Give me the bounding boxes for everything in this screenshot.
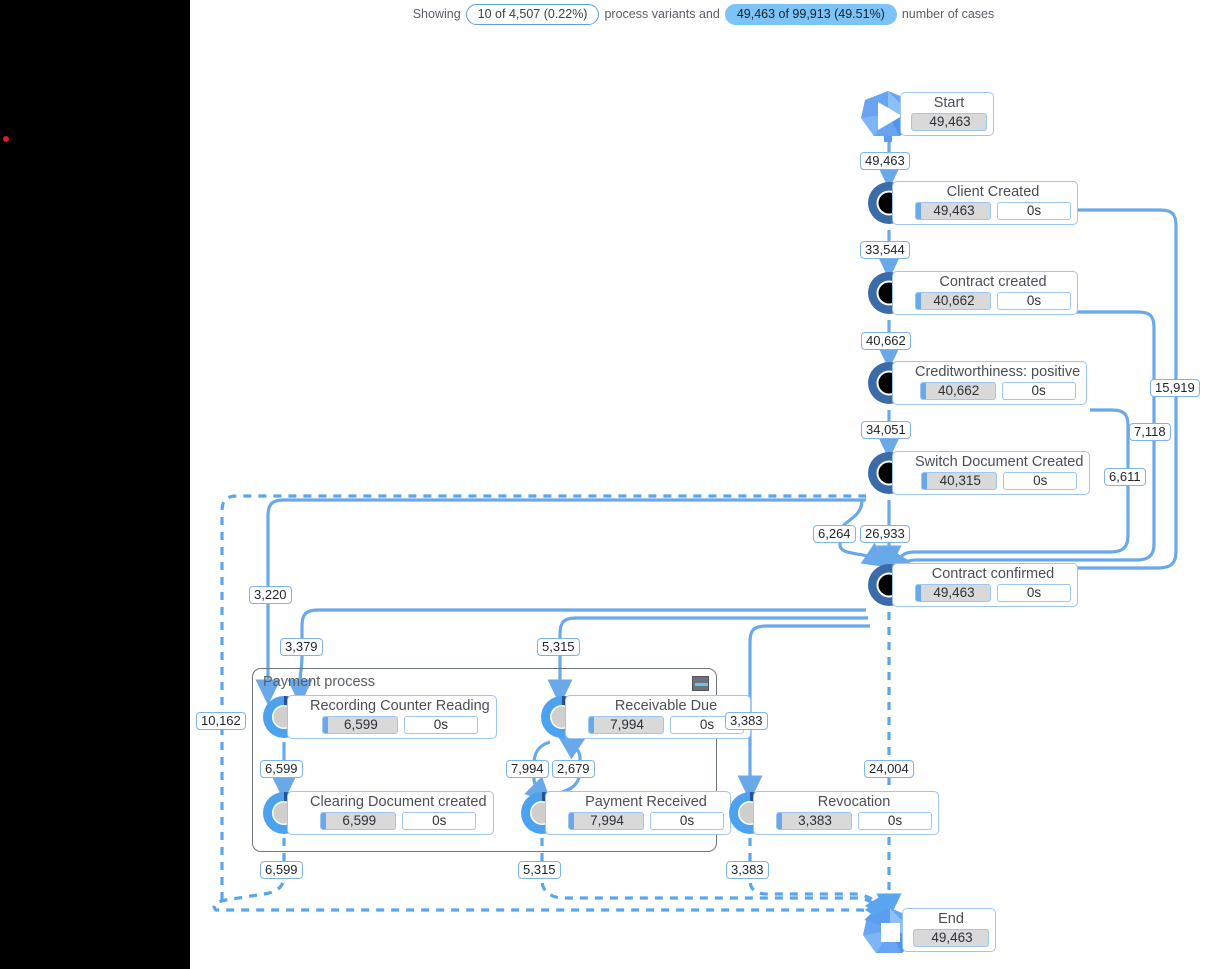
edge-label-confirmed-client-loop[interactable]: 15,919 — [1150, 379, 1200, 397]
edge-switch-recording — [255, 498, 866, 706]
node-count: 7,994 — [568, 812, 644, 830]
edge-label-payment-receivable[interactable]: 2,679 — [552, 760, 595, 778]
node-plate: Switch Document Created 40,315 0s — [892, 451, 1091, 495]
node-count: 49,463 — [915, 202, 991, 220]
node-duration: 0s — [997, 584, 1071, 602]
edge-label-switch-confirmed-alt[interactable]: 6,264 — [813, 525, 856, 543]
node-count: 7,994 — [588, 716, 664, 734]
node-count: 49,463 — [915, 584, 991, 602]
edge-label-start-client[interactable]: 49,463 — [860, 152, 910, 170]
node-plate: Recording Counter Reading 6,599 0s — [287, 695, 497, 739]
node-duration: 0s — [1003, 472, 1078, 490]
node-duration: 0s — [650, 812, 724, 830]
edge-label-clearing-end[interactable]: 6,599 — [260, 861, 303, 879]
edge-label-client-contract[interactable]: 33,544 — [860, 241, 910, 259]
node-label: Contract confirmed — [931, 566, 1055, 582]
node-label: Receivable Due — [614, 698, 718, 714]
node-duration: 0s — [997, 202, 1071, 220]
subprocess-title: Payment process — [263, 674, 376, 690]
edge-confirmed-revocation — [737, 624, 870, 802]
edge-label-confirmed-receivable[interactable]: 5,315 — [537, 638, 580, 656]
node-count: 40,315 — [921, 472, 998, 490]
edge-label-revocation-end[interactable]: 3,383 — [726, 861, 769, 879]
node-duration: 0s — [403, 716, 478, 734]
end-count: 49,463 — [913, 929, 989, 947]
edge-label-clearing-switch-loop[interactable]: 10,162 — [196, 712, 246, 730]
node-plate: Receivable Due 7,994 0s — [565, 695, 751, 739]
node-duration: 0s — [858, 812, 932, 830]
node-label: Creditworthiness: positive — [915, 364, 1081, 380]
edge-confirmed-contract-loop — [887, 310, 1156, 583]
edge-label-confirmed-revocation[interactable]: 3,383 — [725, 712, 768, 730]
minimize-icon[interactable] — [692, 676, 709, 691]
end-label: End — [938, 911, 964, 927]
start-label: Start — [933, 95, 965, 111]
node-label: Payment Received — [585, 794, 707, 810]
node-count: 40,662 — [919, 382, 996, 400]
start-count: 49,463 — [911, 113, 987, 131]
node-duration: 0s — [1001, 382, 1076, 400]
edge-label-confirmed-credit-loop[interactable]: 6,611 — [1104, 468, 1146, 486]
node-count: 6,599 — [320, 812, 397, 830]
node-label: Revocation — [817, 794, 891, 810]
node-count: 40,662 — [915, 292, 991, 310]
edge-label-contract-credit[interactable]: 40,662 — [861, 332, 911, 350]
edge-label-confirmed-end[interactable]: 24,004 — [864, 760, 914, 778]
edge-label-credit-switch[interactable]: 34,051 — [861, 421, 911, 439]
node-label: Contract created — [939, 274, 1047, 290]
node-plate: Contract created 40,662 0s — [892, 271, 1078, 315]
node-count: 3,383 — [776, 812, 852, 830]
edge-label-recording-clearing[interactable]: 6,599 — [260, 760, 303, 778]
process-map-canvas[interactable]: Showing 10 of 4,507 (0.22%) process vari… — [0, 0, 1217, 969]
node-label: Clearing Document created — [310, 794, 487, 810]
node-plate: Client Created 49,463 0s — [892, 181, 1078, 225]
node-plate: Creditworthiness: positive 40,662 0s — [892, 361, 1088, 405]
start-event[interactable]: Start 49,463 — [860, 90, 994, 147]
end-event-plate: End 49,463 — [902, 908, 996, 952]
edge-revocation-end — [748, 838, 889, 922]
node-plate: Payment Received 7,994 0s — [545, 791, 731, 835]
node-duration: 0s — [402, 812, 477, 830]
start-event-plate: Start 49,463 — [900, 92, 994, 136]
edge-label-receivable-payment[interactable]: 7,994 — [506, 760, 549, 778]
edge-label-switch-confirmed[interactable]: 26,933 — [860, 525, 910, 543]
node-plate: Contract confirmed 49,463 0s — [892, 563, 1078, 607]
edge-label-confirmed-recording[interactable]: 3,379 — [280, 638, 323, 656]
node-count: 6,599 — [321, 716, 398, 734]
end-event[interactable]: End 49,463 — [862, 906, 996, 963]
edge-label-confirmed-contract-loop[interactable]: 7,118 — [1129, 423, 1171, 441]
node-plate: Revocation 3,383 0s — [753, 791, 939, 835]
edge-label-switch-recording[interactable]: 3,220 — [249, 586, 292, 604]
node-label: Recording Counter Reading — [310, 698, 490, 714]
node-label: Switch Document Created — [915, 454, 1084, 470]
node-plate: Clearing Document created 6,599 0s — [287, 791, 494, 835]
edge-label-payment-end[interactable]: 5,315 — [518, 861, 561, 879]
node-duration: 0s — [997, 292, 1071, 310]
node-label: Client Created — [946, 184, 1040, 200]
